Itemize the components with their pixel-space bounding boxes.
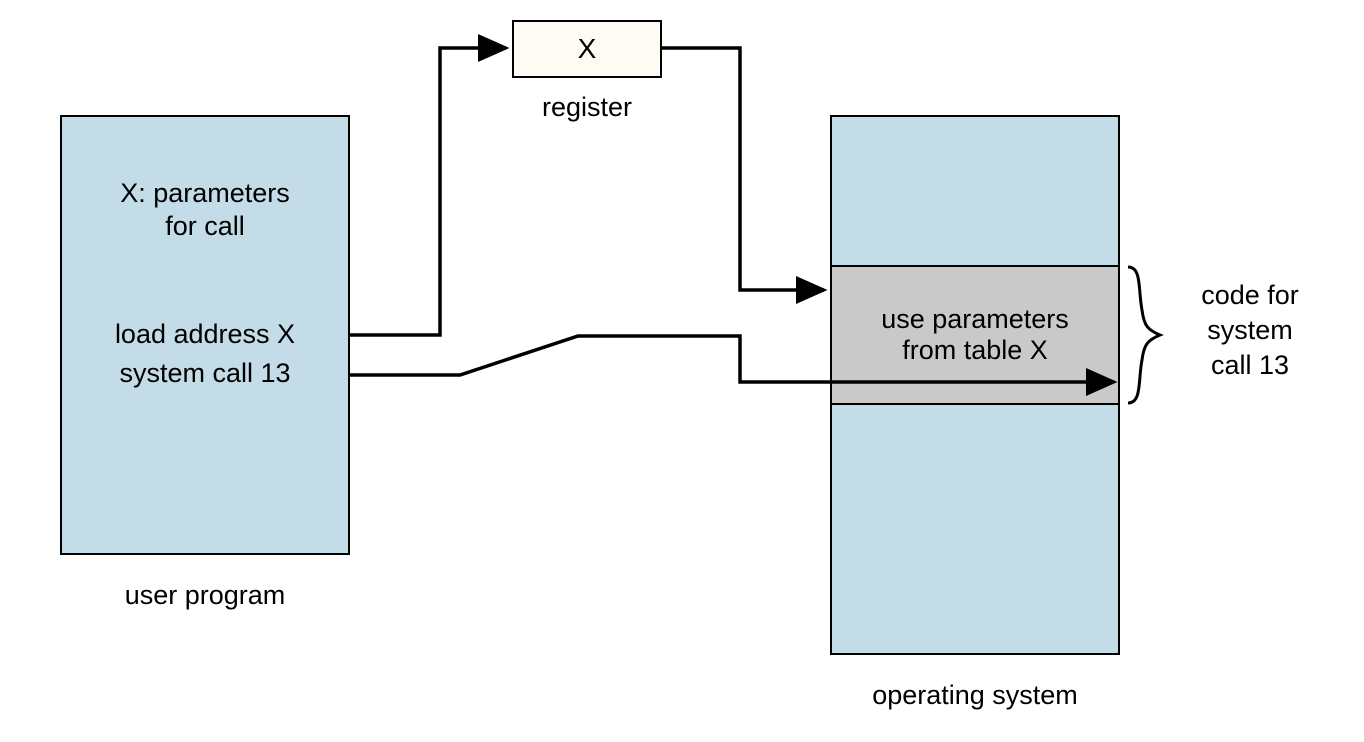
- code-for-syscall-line2: system: [1170, 315, 1330, 346]
- os-segment-line1: use parameters: [881, 304, 1069, 335]
- brace-icon: [1128, 267, 1160, 403]
- register-box: X: [512, 20, 662, 78]
- user-program-params-line2: for call: [60, 211, 350, 242]
- arrow-load-to-register: [350, 48, 506, 335]
- operating-system-label: operating system: [830, 680, 1120, 711]
- syscall-diagram: X: parameters for call load address X sy…: [0, 0, 1364, 742]
- register-label: register: [512, 92, 662, 123]
- code-for-syscall-line3: call 13: [1170, 350, 1330, 381]
- user-program-syscall-line: system call 13: [60, 358, 350, 389]
- user-program-load-line: load address X: [60, 319, 350, 350]
- os-syscall-segment: use parameters from table X: [830, 265, 1120, 405]
- user-program-label: user program: [60, 580, 350, 611]
- user-program-params-line1: X: parameters: [60, 178, 350, 209]
- arrow-register-to-os: [662, 48, 824, 290]
- code-for-syscall-line1: code for: [1170, 280, 1330, 311]
- register-value: X: [578, 33, 597, 65]
- os-segment-line2: from table X: [902, 335, 1048, 366]
